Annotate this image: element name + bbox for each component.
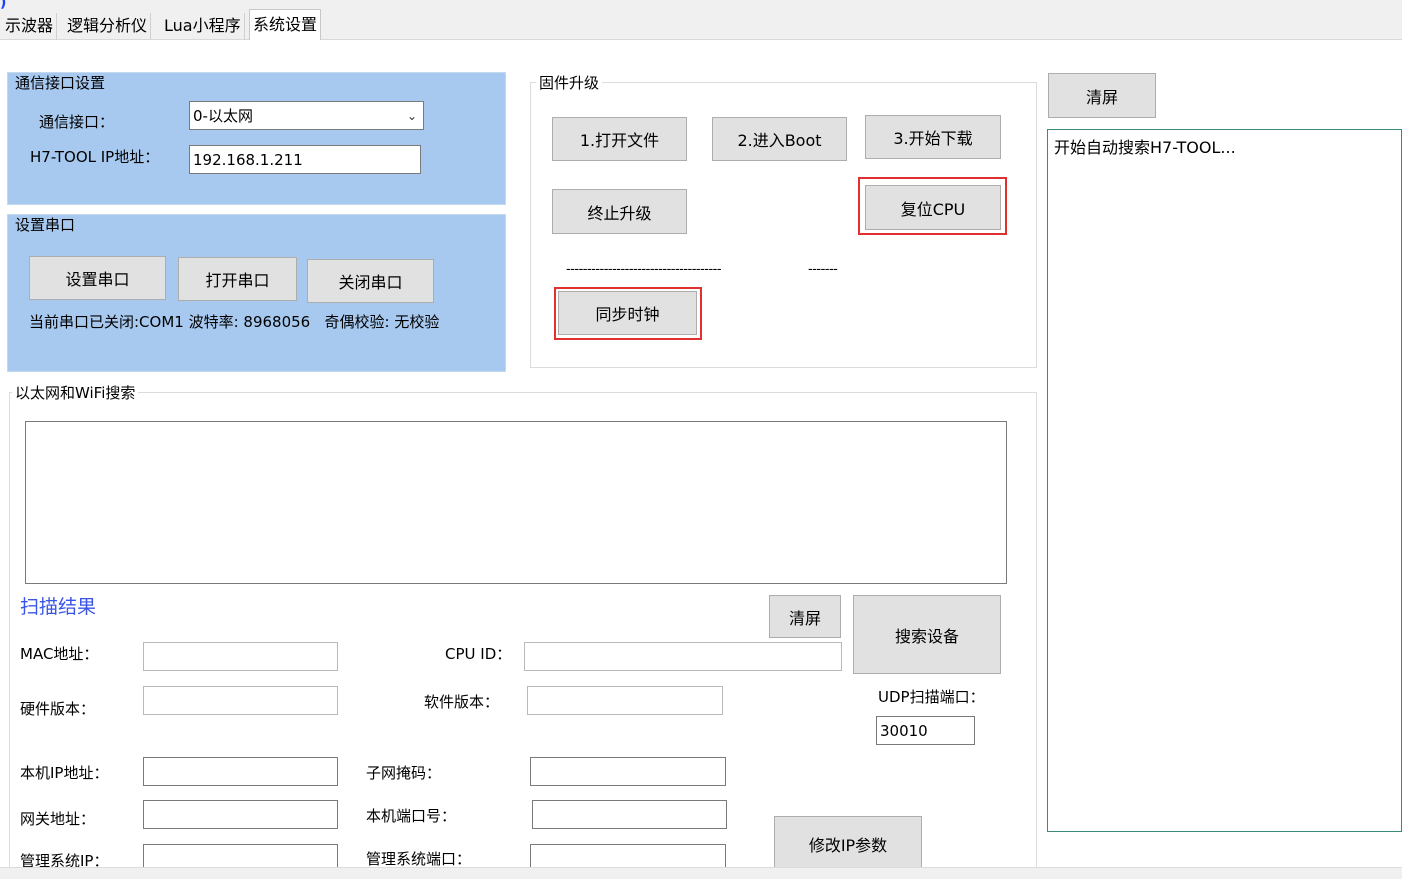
tab-lua[interactable]: Lua小程序	[161, 13, 245, 40]
local-port-label: 本机端口号：	[366, 807, 457, 825]
status-bar	[0, 867, 1402, 879]
modify-ip-button[interactable]: 修改IP参数	[774, 816, 922, 871]
search-results-list[interactable]	[25, 421, 1007, 584]
ip-input[interactable]: 192.168.1.211	[189, 145, 421, 174]
sw-version-label: 软件版本：	[424, 693, 500, 711]
gateway-input[interactable]	[143, 800, 338, 829]
interface-select[interactable]: 0-以太网 ⌄	[189, 101, 424, 130]
start-download-button[interactable]: 3.开始下载	[865, 115, 1001, 159]
close-serial-button[interactable]: 关闭串口	[307, 259, 434, 303]
hw-version-label: 硬件版本：	[20, 700, 96, 718]
open-file-button[interactable]: 1.打开文件	[552, 117, 687, 161]
search-device-button[interactable]: 搜索设备	[853, 595, 1001, 674]
ip-label: H7-TOOL IP地址：	[30, 148, 160, 166]
subnet-label: 子网掩码：	[366, 764, 442, 782]
search-legend: 以太网和WiFi搜索	[12, 383, 139, 403]
progress-right: -------	[808, 262, 838, 277]
udp-port-label: UDP扫描端口：	[878, 688, 985, 706]
sync-clock-button[interactable]: 同步时钟	[558, 291, 697, 335]
set-serial-button[interactable]: 设置串口	[29, 256, 166, 300]
serial-status: 当前串口已关闭:COM1 波特率: 8968056 奇偶校验: 无校验	[29, 313, 440, 331]
log-clear-button[interactable]: 清屏	[1048, 73, 1156, 118]
mgmt-port-label: 管理系统端口：	[366, 850, 472, 868]
serial-legend: 设置串口	[15, 216, 76, 234]
tab-oscilloscope[interactable]: 示波器	[2, 13, 58, 40]
firmware-legend: 固件升级	[536, 73, 603, 93]
search-clear-button[interactable]: 清屏	[769, 595, 841, 638]
log-textarea[interactable]: 开始自动搜索H7-TOOL...	[1047, 129, 1402, 832]
cpuid-label: CPU ID：	[445, 645, 512, 663]
open-serial-button[interactable]: 打开串口	[178, 257, 297, 301]
gateway-label: 网关地址：	[20, 810, 96, 828]
local-port-input[interactable]	[532, 800, 727, 829]
scan-result-label: 扫描结果	[20, 596, 97, 618]
log-text: 开始自动搜索H7-TOOL...	[1054, 138, 1236, 157]
udp-port-input[interactable]: 30010	[876, 716, 975, 745]
local-ip-input[interactable]	[143, 757, 338, 786]
local-ip-label: 本机IP地址：	[20, 764, 109, 782]
window-corner-mark: )	[0, 0, 7, 11]
hw-version-field[interactable]	[143, 686, 338, 715]
reset-cpu-button[interactable]: 复位CPU	[865, 185, 1001, 230]
sw-version-field[interactable]	[527, 686, 723, 715]
tab-logic-analyzer[interactable]: 逻辑分析仪	[64, 13, 152, 40]
interface-value: 0-以太网	[193, 107, 253, 125]
interface-label: 通信接口：	[39, 113, 115, 131]
progress-left: -------------------------------------	[566, 262, 722, 277]
subnet-input[interactable]	[530, 757, 726, 786]
cpuid-field[interactable]	[524, 642, 842, 671]
enter-boot-button[interactable]: 2.进入Boot	[712, 117, 847, 161]
mac-label: MAC地址：	[20, 645, 99, 663]
tab-system-settings[interactable]: 系统设置	[249, 9, 322, 40]
comm-legend: 通信接口设置	[15, 74, 106, 92]
stop-upgrade-button[interactable]: 终止升级	[552, 189, 687, 234]
mac-field[interactable]	[143, 642, 338, 671]
chevron-down-icon: ⌄	[406, 108, 418, 123]
